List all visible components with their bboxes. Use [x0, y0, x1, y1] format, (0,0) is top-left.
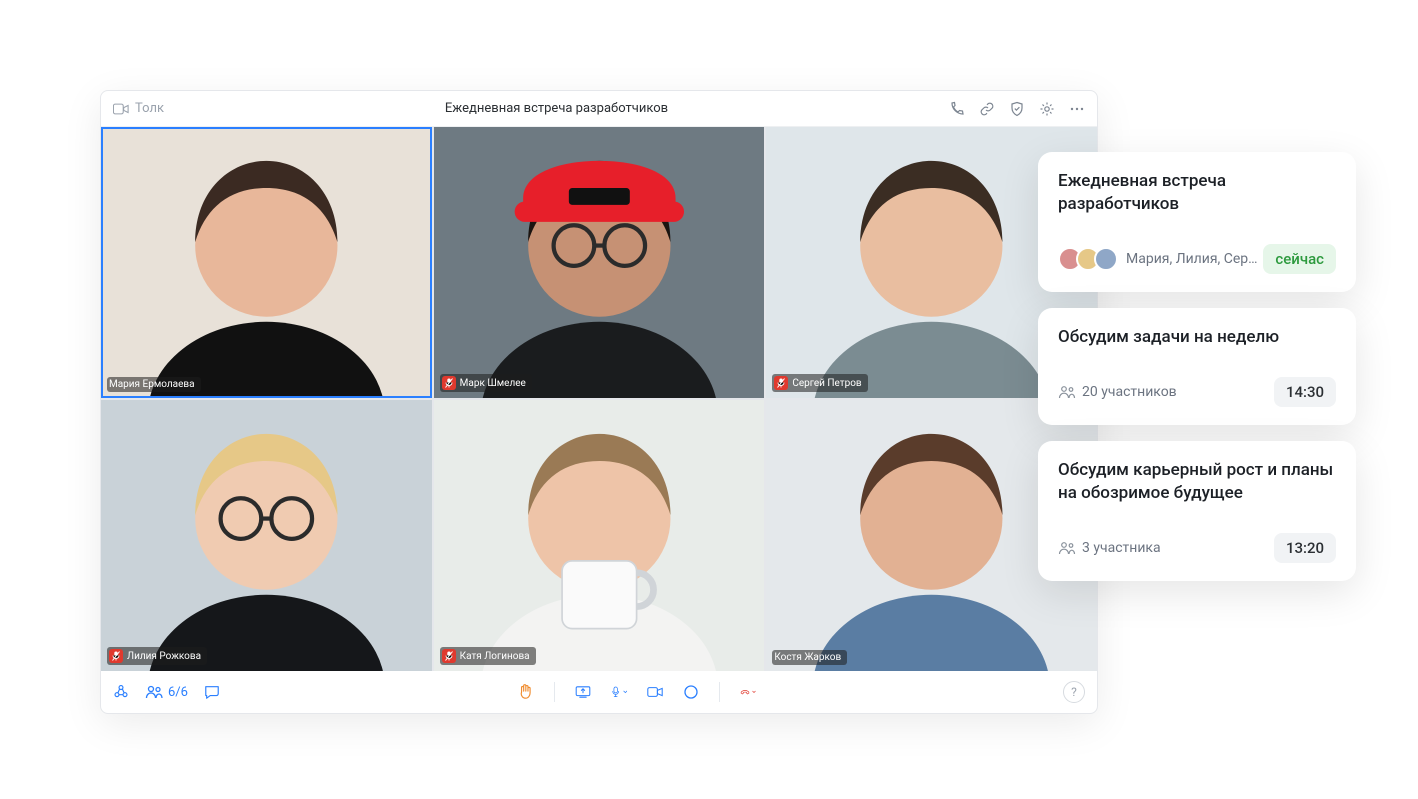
participant-name: Мария Ермолаева: [109, 379, 195, 390]
phone-icon[interactable]: [949, 101, 965, 117]
hangup-icon[interactable]: [740, 684, 756, 700]
participant-count[interactable]: 6/6: [145, 685, 188, 700]
meetings-sidebar: Ежедневная встреча разработчиков Мария, …: [1038, 152, 1356, 581]
meeting-card-current[interactable]: Ежедневная встреча разработчиков Мария, …: [1038, 152, 1356, 292]
brand: Толк: [113, 101, 164, 117]
participant-name: Марк Шмелее: [460, 378, 526, 389]
meeting-card-title: Обсудим карьерный рост и планы на обозри…: [1058, 459, 1336, 505]
video-tile[interactable]: Лилия Рожкова: [101, 400, 432, 671]
participant-count-row: 3 участника: [1058, 540, 1161, 556]
more-icon[interactable]: [1069, 101, 1085, 117]
chevron-down-icon[interactable]: [623, 689, 628, 695]
video-tile[interactable]: Катя Логинова: [434, 400, 765, 671]
raise-hand-icon[interactable]: [518, 684, 534, 700]
participant-name: Костя Жарков: [774, 652, 841, 663]
participant-name-chip: Сергей Петров: [772, 374, 867, 392]
titlebar: Толк Ежедневная встреча разработчиков: [101, 91, 1097, 127]
participant-count-row: 20 участников: [1058, 384, 1177, 400]
help-button[interactable]: ?: [1063, 681, 1085, 703]
muted-icon: [109, 649, 123, 663]
mic-icon[interactable]: [611, 684, 627, 700]
participant-name: Катя Логинова: [460, 651, 530, 662]
participant-name-chip: Мария Ермолаева: [107, 377, 201, 392]
link-icon[interactable]: [979, 101, 995, 117]
attendee-names: Мария, Лилия, Сер…: [1126, 251, 1258, 267]
participant-name: Лилия Рожкова: [127, 651, 201, 662]
participant-name-chip: Марк Шмелее: [440, 374, 532, 392]
layout-icon[interactable]: [113, 684, 129, 700]
muted-icon: [774, 376, 788, 390]
share-screen-icon[interactable]: [575, 684, 591, 700]
titlebar-actions: [949, 101, 1085, 117]
meeting-time-chip: 13:20: [1274, 533, 1336, 563]
meeting-card[interactable]: Обсудим карьерный рост и планы на обозри…: [1038, 441, 1356, 581]
meeting-time-chip: 14:30: [1274, 377, 1336, 407]
video-tile[interactable]: Мария Ермолаева: [101, 127, 432, 398]
muted-icon: [442, 649, 456, 663]
meeting-card-title: Обсудим задачи на неделю: [1058, 326, 1336, 349]
attendee-avatars: [1058, 247, 1118, 271]
participant-name: Сергей Петров: [792, 378, 861, 389]
meeting-time-chip: сейчас: [1263, 244, 1336, 274]
participant-name-chip: Лилия Рожкова: [107, 647, 207, 665]
camera-icon: [113, 101, 129, 117]
meeting-card-title: Ежедневная встреча разработчиков: [1058, 170, 1336, 216]
participant-count-text: 3 участника: [1082, 540, 1161, 556]
video-toggle-icon[interactable]: [647, 684, 663, 700]
chevron-down-icon[interactable]: [752, 689, 756, 695]
shield-icon[interactable]: [1009, 101, 1025, 117]
participant-count-text: 20 участников: [1082, 384, 1177, 400]
video-conference-window: Толк Ежедневная встреча разработчиков: [100, 90, 1098, 714]
bottom-toolbar: 6/6: [101, 671, 1097, 713]
participant-name-chip: Костя Жарков: [772, 650, 847, 665]
people-icon: [1058, 385, 1076, 399]
people-icon: [1058, 541, 1076, 555]
meeting-card[interactable]: Обсудим задачи на неделю 20 участников 1…: [1038, 308, 1356, 425]
record-icon[interactable]: [683, 684, 699, 700]
brand-label: Толк: [135, 101, 164, 116]
gear-icon[interactable]: [1039, 101, 1055, 117]
chat-icon[interactable]: [204, 684, 220, 700]
meeting-title: Ежедневная встреча разработчиков: [164, 101, 949, 116]
video-grid: Мария Ермолаева Марк Шмелее Сергей Петро…: [101, 127, 1097, 671]
participant-count-label: 6/6: [168, 685, 188, 700]
muted-icon: [442, 376, 456, 390]
participant-name-chip: Катя Логинова: [440, 647, 536, 665]
video-tile[interactable]: Марк Шмелее: [434, 127, 765, 398]
